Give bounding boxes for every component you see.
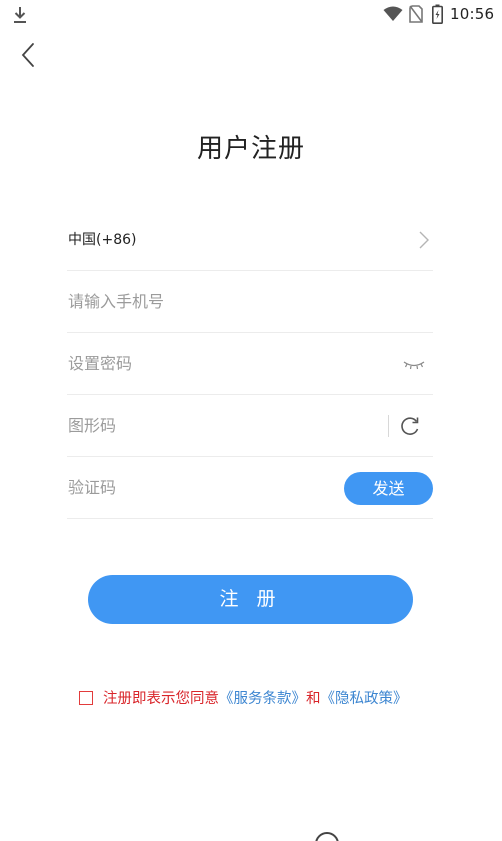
sms-code-input[interactable] [68, 457, 368, 519]
divider [388, 415, 389, 437]
captcha-row [67, 395, 433, 457]
back-button[interactable] [14, 40, 44, 70]
clock: 10:56 [450, 5, 495, 23]
agreement-text: 注册即表示您同意 [103, 690, 219, 707]
page-title: 用户注册 [196, 134, 305, 164]
password-row [67, 333, 433, 395]
register-form: 中国(+86) 发送 [67, 209, 433, 519]
no-sim-icon [409, 5, 423, 23]
captcha-input[interactable] [68, 395, 368, 457]
register-button[interactable]: 注 册 [88, 575, 413, 624]
download-icon [14, 7, 26, 23]
wifi-icon [383, 6, 403, 21]
agreement: 注册即表示您同意 《服务条款》 和 《隐私政策》 [79, 686, 408, 708]
eye-closed-icon[interactable] [403, 359, 425, 371]
status-bar: 10:56 [0, 0, 502, 30]
country-selector[interactable]: 中国(+86) [67, 209, 433, 271]
privacy-link[interactable]: 《隐私政策》 [321, 687, 408, 708]
sms-code-row: 发送 [67, 457, 433, 519]
country-code: 中国(+86) [68, 232, 137, 248]
refresh-icon[interactable] [399, 415, 421, 437]
password-input[interactable] [68, 333, 368, 395]
agreement-conjunction: 和 [306, 690, 321, 707]
phone-input[interactable] [68, 271, 368, 333]
phone-row [67, 271, 433, 333]
battery-charging-icon [432, 4, 443, 24]
send-code-button[interactable]: 发送 [344, 472, 433, 505]
chevron-right-icon[interactable] [417, 230, 431, 250]
chevron-left-icon [21, 43, 34, 67]
terms-link[interactable]: 《服务条款》 [219, 687, 306, 708]
agreement-checkbox[interactable] [79, 691, 93, 705]
bottom-partial-icon [315, 832, 339, 841]
